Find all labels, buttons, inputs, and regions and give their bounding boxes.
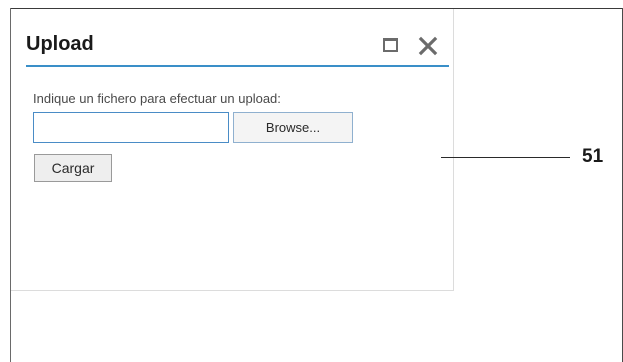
panel-title: Upload — [26, 33, 94, 55]
callout-label: 51 — [582, 146, 604, 167]
figure: Upload Indique un fichero para efectuar … — [0, 0, 623, 362]
maximize-icon[interactable] — [381, 35, 403, 57]
callout-leader-line — [441, 157, 570, 158]
cargar-button[interactable]: Cargar — [34, 154, 112, 182]
file-path-input[interactable] — [33, 112, 229, 143]
browse-button[interactable]: Browse... — [233, 112, 353, 143]
upload-instruction: Indique un fichero para efectuar un uplo… — [33, 91, 281, 106]
close-icon[interactable] — [417, 35, 439, 57]
upload-panel: Upload Indique un fichero para efectuar … — [11, 9, 454, 291]
panel-header: Upload — [26, 29, 449, 67]
